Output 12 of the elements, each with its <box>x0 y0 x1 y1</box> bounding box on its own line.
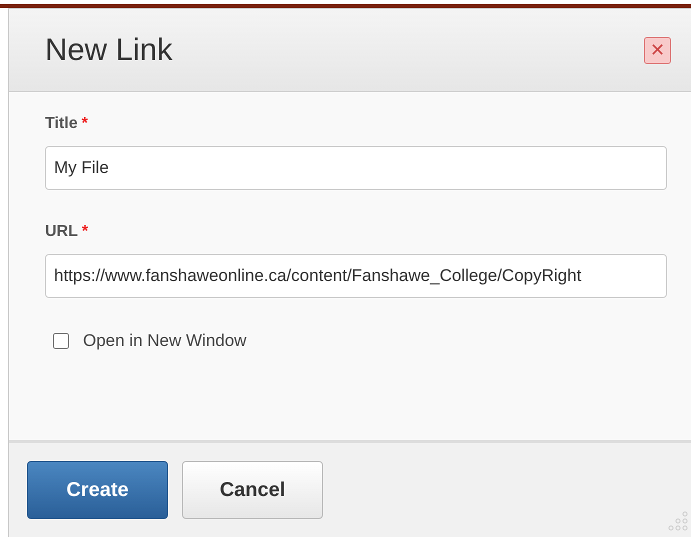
checkbox[interactable] <box>53 332 69 349</box>
create-button[interactable]: Create <box>27 461 168 519</box>
field-label: Title <box>45 115 78 132</box>
required-mark: * <box>82 223 88 240</box>
dialog-title: New Link <box>45 30 172 69</box>
input-field[interactable]: My File <box>45 146 667 190</box>
resize-grip-icon[interactable] <box>667 511 689 531</box>
cancel-button[interactable]: Cancel <box>182 461 323 519</box>
checkbox-label: Open in New Window <box>83 330 246 352</box>
field-label: URL <box>45 223 78 240</box>
required-mark: * <box>82 115 88 132</box>
input-field[interactable]: https://www.fanshaweonline.ca/content/Fanshawe_College/CopyRight <box>45 254 667 298</box>
